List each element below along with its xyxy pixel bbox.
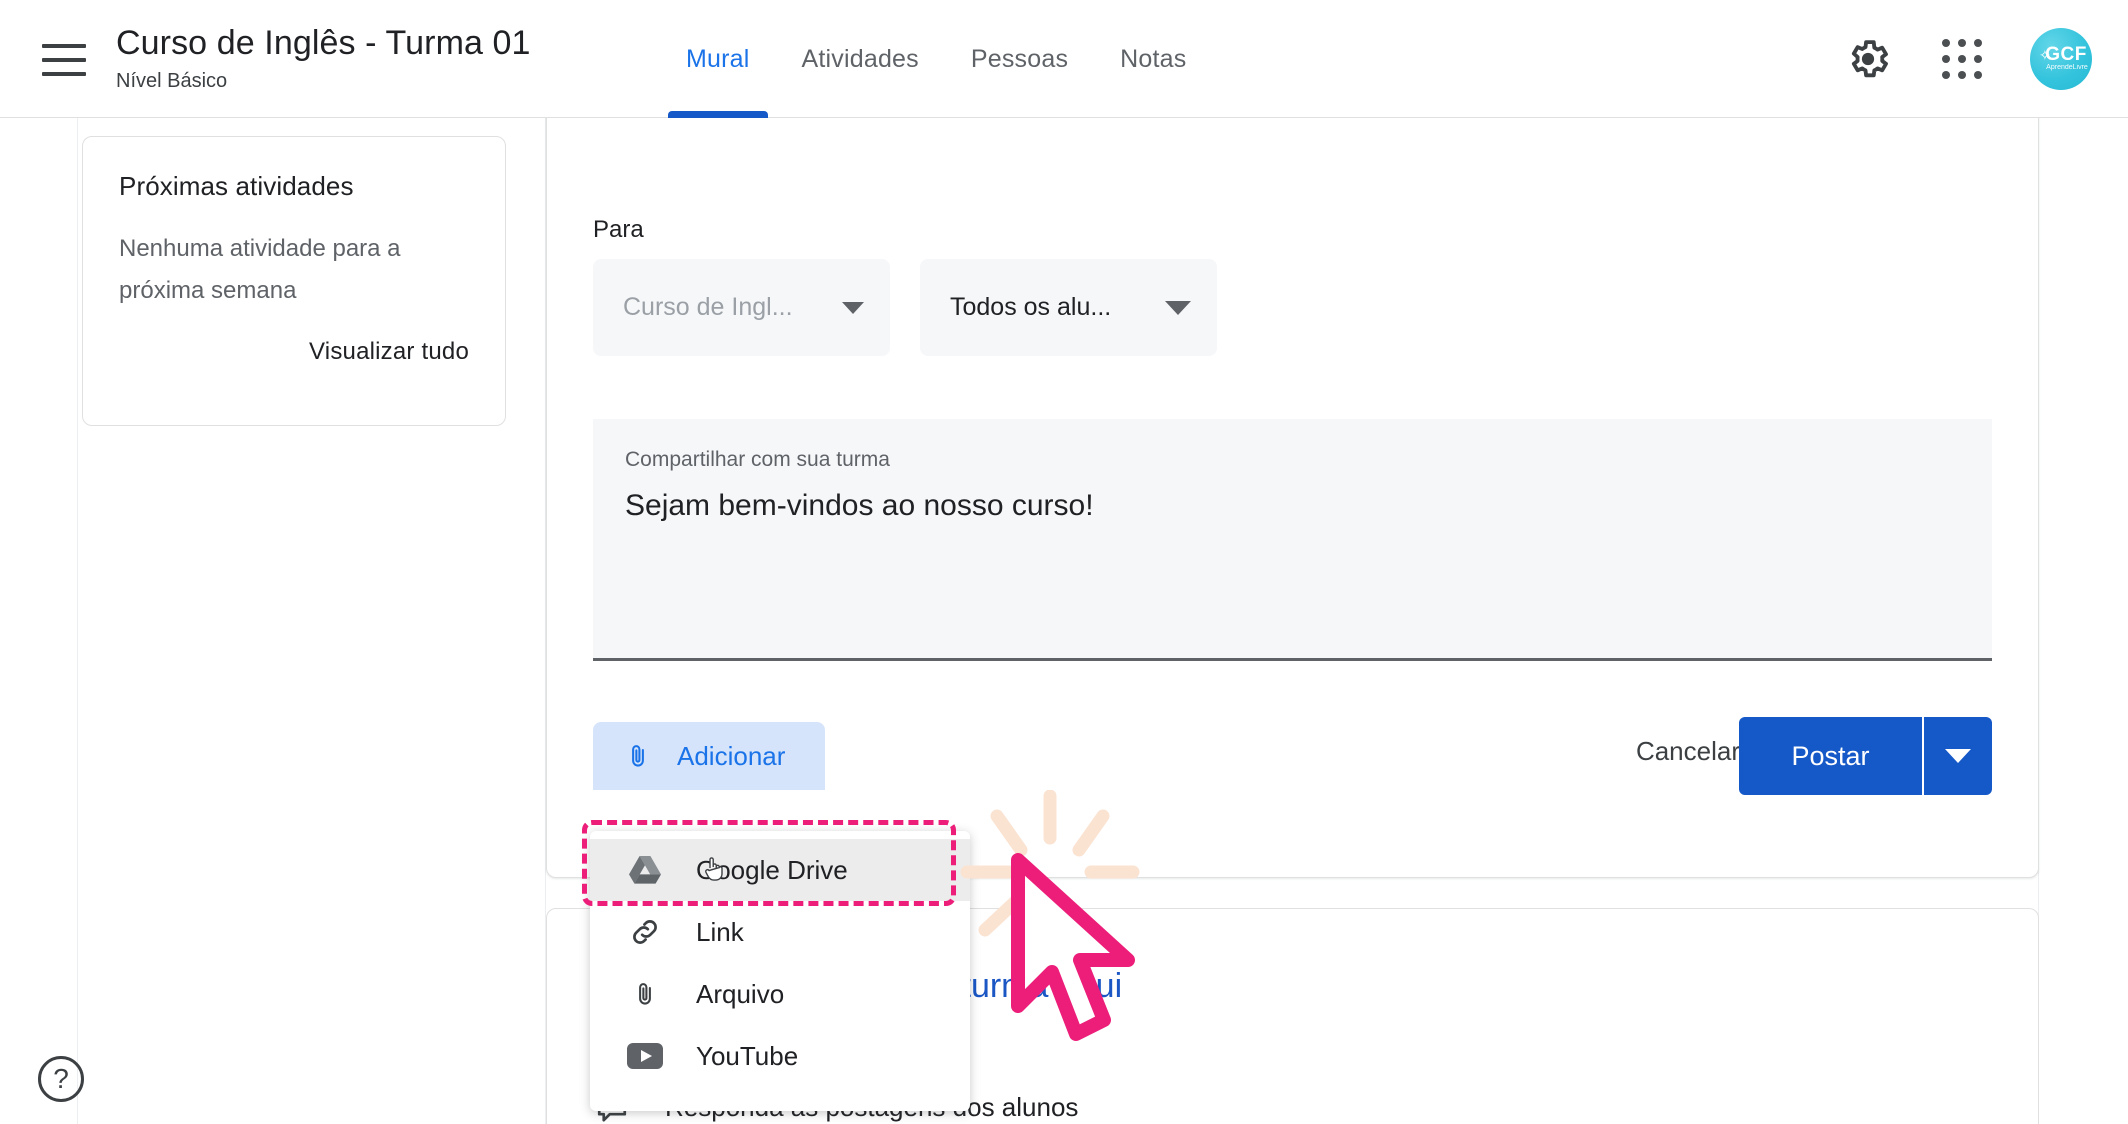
audience-selectors: Curso de Ingl... Todos os alu... xyxy=(593,259,1217,356)
help-glyph: ? xyxy=(53,1063,69,1094)
hamburger-menu-icon[interactable] xyxy=(42,44,86,76)
hamburger-bar xyxy=(42,44,86,48)
tab-mural[interactable]: Mural xyxy=(660,0,776,118)
menu-item-arquivo[interactable]: Arquivo xyxy=(590,963,970,1025)
tab-pessoas[interactable]: Pessoas xyxy=(945,0,1094,118)
avatar-subtext: AprendeLivre xyxy=(2046,64,2088,71)
app-header: Curso de Inglês - Turma 01 Nível Básico … xyxy=(0,0,2128,118)
menu-item-label: Google Drive xyxy=(696,854,848,885)
post-textarea[interactable]: Compartilhar com sua turma Sejam bem-vin… xyxy=(593,419,1992,661)
question-mark-circle-icon[interactable]: ? xyxy=(38,1056,84,1102)
google-drive-icon xyxy=(626,855,664,885)
tab-atividades[interactable]: Atividades xyxy=(776,0,945,118)
add-attachment-button[interactable]: Adicionar xyxy=(593,722,825,790)
header-actions: ✧ GCF AprendeLivre xyxy=(1842,0,2092,118)
link-icon xyxy=(626,915,664,949)
post-button-group: Postar xyxy=(1739,717,1992,795)
tab-notas[interactable]: Notas xyxy=(1094,0,1212,118)
post-textarea-hint: Compartilhar com sua turma xyxy=(625,448,890,471)
avatar-star-icon: ✧ xyxy=(2039,47,2051,63)
page-body: Próximas atividades Nenhuma atividade pa… xyxy=(0,78,2128,1124)
post-options-button[interactable] xyxy=(1922,717,1992,795)
attachment-menu: Google Drive Link Arquivo YouTube xyxy=(590,831,970,1111)
app-root: Curso de Inglês - Turma 01 Nível Básico … xyxy=(0,0,2128,1124)
class-select[interactable]: Curso de Ingl... xyxy=(593,259,890,356)
paperclip-icon xyxy=(626,977,664,1011)
post-button[interactable]: Postar xyxy=(1739,717,1922,795)
class-select-value: Curso de Ingl... xyxy=(623,293,793,321)
chevron-down-icon xyxy=(842,301,864,314)
menu-item-label: Arquivo xyxy=(696,978,785,1009)
add-attachment-label: Adicionar xyxy=(677,740,786,771)
post-textarea-value: Sejam bem-vindos ao nosso curso! xyxy=(625,489,1094,522)
menu-item-label: YouTube xyxy=(696,1040,799,1071)
upcoming-activities-card: Próximas atividades Nenhuma atividade pa… xyxy=(82,136,506,426)
primary-nav: Mural Atividades Pessoas Notas xyxy=(660,0,1212,118)
compose-post-card: Para Curso de Ingl... Todos os alu... Co… xyxy=(546,78,2039,878)
menu-item-link[interactable]: Link xyxy=(590,901,970,963)
page-subtitle: Nível Básico xyxy=(116,70,228,92)
apps-grid-icon[interactable] xyxy=(1936,33,1988,85)
para-label: Para xyxy=(593,216,644,243)
menu-item-google-drive[interactable]: Google Drive xyxy=(590,839,970,901)
menu-item-youtube[interactable]: YouTube xyxy=(590,1025,970,1087)
chevron-down-icon xyxy=(1165,300,1191,315)
view-all-link[interactable]: Visualizar tudo xyxy=(119,338,469,366)
avatar[interactable]: ✧ GCF AprendeLivre xyxy=(2030,28,2092,90)
youtube-icon xyxy=(626,1043,664,1069)
divider-left xyxy=(77,118,78,1124)
chevron-down-icon xyxy=(1945,749,1971,763)
hamburger-bar xyxy=(42,72,86,76)
hamburger-bar xyxy=(42,58,86,62)
course-title-block: Curso de Inglês - Turma 01 Nível Básico xyxy=(116,22,531,94)
students-select[interactable]: Todos os alu... xyxy=(920,259,1217,356)
students-select-value: Todos os alu... xyxy=(950,293,1112,321)
upcoming-activities-empty-text: Nenhuma atividade para a próxima semana xyxy=(119,235,401,304)
menu-item-label: Link xyxy=(696,916,744,947)
gear-icon[interactable] xyxy=(1842,33,1894,85)
page-title: Curso de Inglês - Turma 01 xyxy=(116,24,531,62)
paperclip-icon xyxy=(619,739,657,773)
upcoming-activities-title: Próximas atividades xyxy=(119,171,354,201)
